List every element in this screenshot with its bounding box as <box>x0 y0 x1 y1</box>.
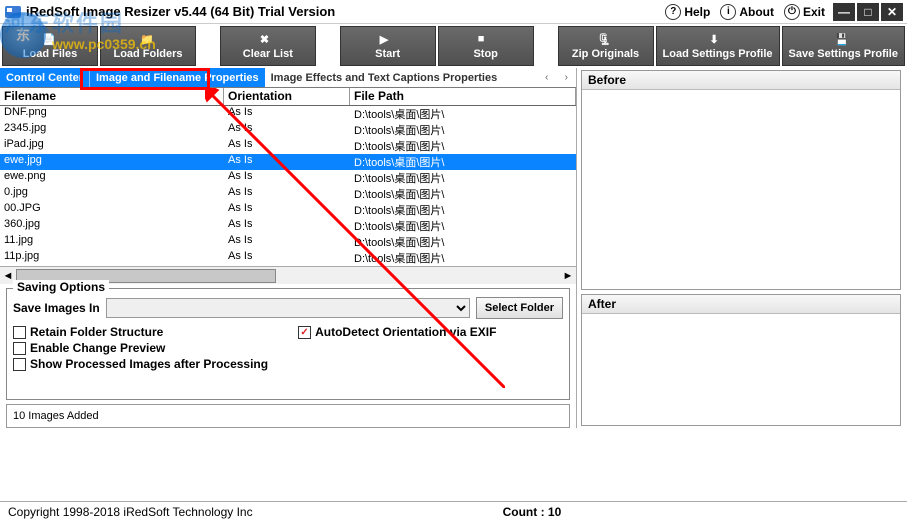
cell-orientation: As Is <box>224 218 350 234</box>
cell-filepath: D:\tools\桌面\图片\ <box>350 154 576 170</box>
info-icon: i <box>720 4 736 20</box>
file-table: Filename Orientation File Path DNF.pngAs… <box>0 88 576 266</box>
cb-retain-folder[interactable]: Retain Folder Structure <box>13 325 268 339</box>
about-button[interactable]: iAbout <box>720 4 774 20</box>
cell-filename: 360.jpg <box>0 218 224 234</box>
col-orientation[interactable]: Orientation <box>224 88 350 105</box>
load-profile-button[interactable]: ⬇Load Settings Profile <box>656 26 780 66</box>
tab-image-effects-and-text-captions-properties[interactable]: Image Effects and Text Captions Properti… <box>265 68 504 87</box>
cell-filename: 00.JPG <box>0 202 224 218</box>
footer: Copyright 1998-2018 iRedSoft Technology … <box>0 501 907 521</box>
cell-orientation: As Is <box>224 234 350 250</box>
cell-filepath: D:\tools\桌面\图片\ <box>350 122 576 138</box>
save-in-dropdown[interactable] <box>106 298 470 318</box>
saving-options-group: Saving Options Save Images In Select Fol… <box>6 288 570 400</box>
exit-button[interactable]: ⏻Exit <box>784 4 825 20</box>
cell-filepath: D:\tools\桌面\图片\ <box>350 186 576 202</box>
titlebar: iRedSoft Image Resizer v5.44 (64 Bit) Tr… <box>0 0 907 24</box>
table-row[interactable]: 2345.jpgAs IsD:\tools\桌面\图片\ <box>0 122 576 138</box>
table-row[interactable]: DNF.pngAs IsD:\tools\桌面\图片\ <box>0 106 576 122</box>
tab-strip: Control CenterImage and Filename Propert… <box>0 68 576 88</box>
cb-enable-preview[interactable]: Enable Change Preview <box>13 341 268 355</box>
cell-filepath: D:\tools\桌面\图片\ <box>350 106 576 122</box>
cell-filename: ewe.png <box>0 170 224 186</box>
cb-autodetect-exif[interactable]: ✓AutoDetect Orientation via EXIF <box>298 325 496 339</box>
before-preview: Before <box>581 70 901 290</box>
help-icon: ? <box>665 4 681 20</box>
table-row[interactable]: 00.JPGAs IsD:\tools\桌面\图片\ <box>0 202 576 218</box>
save-profile-icon: 💾 <box>835 33 851 47</box>
table-row[interactable]: 11.jpgAs IsD:\tools\桌面\图片\ <box>0 234 576 250</box>
load-folders-button[interactable]: 📁Load Folders <box>100 26 196 66</box>
tab-image-and-filename-properties[interactable]: Image and Filename Properties <box>89 68 265 87</box>
cell-filename: DNF.png <box>0 106 224 122</box>
cell-orientation: As Is <box>224 170 350 186</box>
before-label: Before <box>582 71 900 90</box>
scroll-right-icon[interactable]: ► <box>560 270 576 282</box>
cell-filename: ewe.jpg <box>0 154 224 170</box>
table-row[interactable]: ewe.jpgAs IsD:\tools\桌面\图片\ <box>0 154 576 170</box>
start-icon: ▶ <box>380 33 396 47</box>
clear-list-button[interactable]: ✖Clear List <box>220 26 316 66</box>
col-filename[interactable]: Filename <box>0 88 224 105</box>
start-button[interactable]: ▶Start <box>340 26 436 66</box>
table-row[interactable]: iPad.jpgAs IsD:\tools\桌面\图片\ <box>0 138 576 154</box>
help-button[interactable]: ?Help <box>665 4 710 20</box>
cell-orientation: As Is <box>224 154 350 170</box>
status-message: 10 Images Added <box>6 404 570 428</box>
table-row[interactable]: ewe.pngAs IsD:\tools\桌面\图片\ <box>0 170 576 186</box>
load-folders-icon: 📁 <box>140 33 156 47</box>
table-row[interactable]: 360.jpgAs IsD:\tools\桌面\图片\ <box>0 218 576 234</box>
stop-icon: ■ <box>478 33 494 47</box>
cell-orientation: As Is <box>224 250 350 266</box>
zip-originals-icon: 🗜 <box>598 33 614 47</box>
after-preview: After <box>581 294 901 426</box>
saving-options-legend: Saving Options <box>13 280 109 294</box>
load-files-button[interactable]: 📄Load Files <box>2 26 98 66</box>
count-label: Count : 10 <box>503 505 562 519</box>
maximize-button[interactable]: □ <box>857 3 879 21</box>
cell-orientation: As Is <box>224 106 350 122</box>
cell-filename: 11p.jpg <box>0 250 224 266</box>
cell-filepath: D:\tools\桌面\图片\ <box>350 202 576 218</box>
app-logo-icon <box>4 3 22 21</box>
cell-orientation: As Is <box>224 202 350 218</box>
cell-orientation: As Is <box>224 186 350 202</box>
col-filepath[interactable]: File Path <box>350 88 576 105</box>
load-profile-icon: ⬇ <box>710 33 726 47</box>
main-toolbar: 📄Load Files📁Load Folders ✖Clear List ▶Star… <box>0 24 907 68</box>
power-icon: ⏻ <box>784 4 800 20</box>
minimize-button[interactable]: — <box>833 3 855 21</box>
cell-filepath: D:\tools\桌面\图片\ <box>350 218 576 234</box>
cell-filepath: D:\tools\桌面\图片\ <box>350 170 576 186</box>
cell-filename: 2345.jpg <box>0 122 224 138</box>
tab-nav-arrows[interactable]: ‹ › <box>539 72 576 83</box>
tab-control-center[interactable]: Control Center <box>0 68 89 87</box>
cell-filepath: D:\tools\桌面\图片\ <box>350 138 576 154</box>
load-files-icon: 📄 <box>42 33 58 47</box>
save-in-label: Save Images In <box>13 301 100 315</box>
clear-list-icon: ✖ <box>260 33 276 47</box>
select-folder-button[interactable]: Select Folder <box>476 297 563 319</box>
copyright: Copyright 1998-2018 iRedSoft Technology … <box>8 505 253 519</box>
table-row[interactable]: 11p.jpgAs IsD:\tools\桌面\图片\ <box>0 250 576 266</box>
window-title: iRedSoft Image Resizer v5.44 (64 Bit) Tr… <box>26 4 665 19</box>
cell-filepath: D:\tools\桌面\图片\ <box>350 250 576 266</box>
cell-orientation: As Is <box>224 122 350 138</box>
cb-show-processed[interactable]: Show Processed Images after Processing <box>13 357 268 371</box>
cell-filepath: D:\tools\桌面\图片\ <box>350 234 576 250</box>
close-button[interactable]: ✕ <box>881 3 903 21</box>
zip-originals-button[interactable]: 🗜Zip Originals <box>558 26 654 66</box>
table-header: Filename Orientation File Path <box>0 88 576 106</box>
after-label: After <box>582 295 900 314</box>
save-profile-button[interactable]: 💾Save Settings Profile <box>782 26 905 66</box>
cell-filename: iPad.jpg <box>0 138 224 154</box>
cell-filename: 0.jpg <box>0 186 224 202</box>
cell-orientation: As Is <box>224 138 350 154</box>
stop-button[interactable]: ■Stop <box>438 26 534 66</box>
cell-filename: 11.jpg <box>0 234 224 250</box>
table-row[interactable]: 0.jpgAs IsD:\tools\桌面\图片\ <box>0 186 576 202</box>
